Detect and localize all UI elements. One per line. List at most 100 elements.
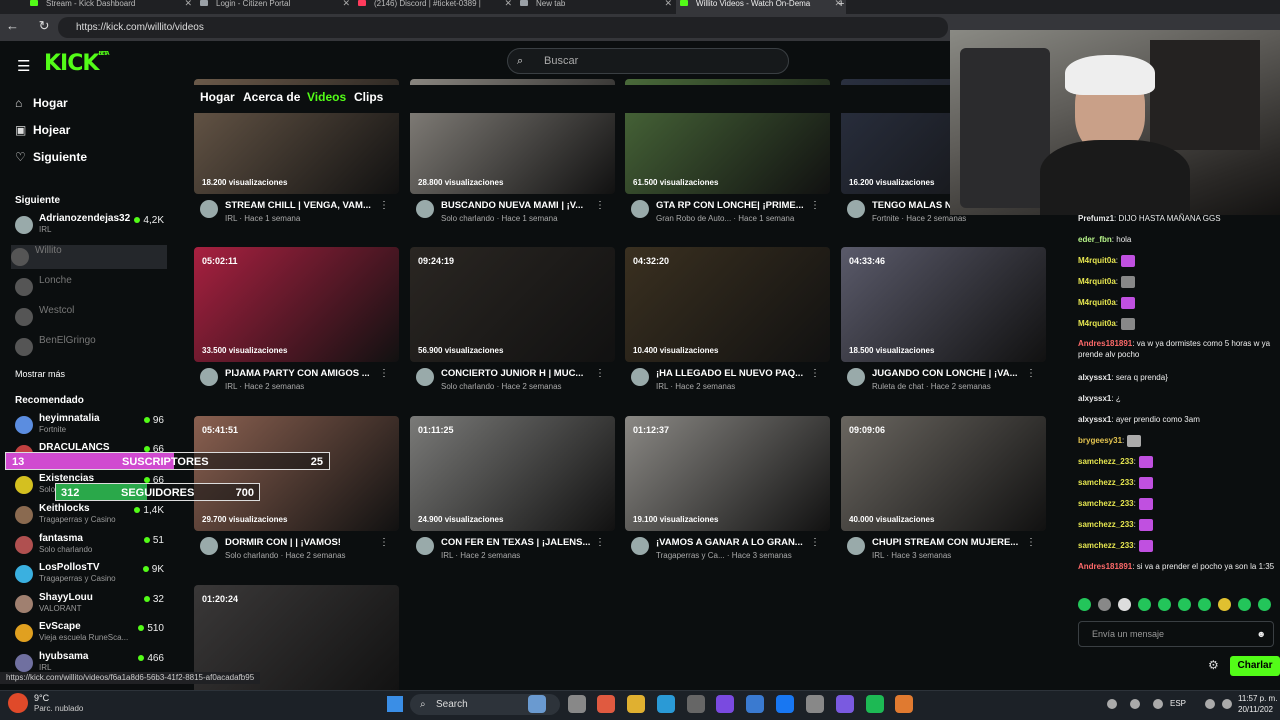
new-tab-button[interactable]: + <box>838 0 858 14</box>
more-options-icon[interactable]: ⋮ <box>595 537 605 548</box>
taskbar-app-icon[interactable] <box>1222 699 1232 709</box>
taskbar-app-icon[interactable] <box>806 695 824 713</box>
windows-start-icon[interactable] <box>387 696 403 712</box>
video-title[interactable]: BUSCANDO NUEVA MAMI | ¡V... <box>441 200 601 211</box>
url-input[interactable]: https://kick.com/willito/videos <box>58 17 948 38</box>
browser-tab[interactable]: Login - Citizen Portal ✕ <box>196 0 354 14</box>
channel-avatar[interactable] <box>200 368 218 386</box>
emote-icon[interactable] <box>1258 598 1271 611</box>
taskbar-app-icon[interactable] <box>716 695 734 713</box>
tab-hogar[interactable]: Hogar <box>200 90 235 104</box>
video-thumbnail[interactable]: 04:33:46 18.500 visualizaciones <box>841 247 1046 362</box>
channel-avatar[interactable] <box>631 368 649 386</box>
channel-avatar[interactable] <box>631 200 649 218</box>
video-thumbnail[interactable]: 09:09:06 40.000 visualizaciones <box>841 416 1046 531</box>
recommended-channel[interactable]: EvScape Vieja escuela RuneSca... 510 <box>15 621 167 645</box>
browser-nav-buttons[interactable]: ← ↻ <box>6 18 58 34</box>
taskbar-app-icon[interactable] <box>1130 699 1140 709</box>
show-more-link[interactable]: Mostrar más <box>15 369 65 379</box>
chat-send-button[interactable]: Charlar <box>1230 656 1280 676</box>
more-options-icon[interactable]: ⋮ <box>595 368 605 379</box>
channel-avatar[interactable] <box>416 368 434 386</box>
clock-date[interactable]: 20/11/202 <box>1238 705 1273 714</box>
video-title[interactable]: ¡VAMOS A GANAR A LO GRAN... <box>656 537 816 548</box>
video-card[interactable]: 09:09:06 40.000 visualizaciones CHUPI STRE… <box>841 416 1046 571</box>
video-title[interactable]: PIJAMA PARTY CON AMIGOS ... <box>225 368 385 379</box>
channel-avatar[interactable] <box>200 537 218 555</box>
more-options-icon[interactable]: ⋮ <box>379 200 389 211</box>
recommended-channel[interactable]: fantasma Solo charlando 51 <box>15 533 167 557</box>
chat-username[interactable]: alxyssx1 <box>1078 373 1111 382</box>
tab-clips[interactable]: Clips <box>354 90 383 104</box>
chat-username[interactable]: alxyssx1 <box>1078 415 1111 424</box>
search-input[interactable]: ⌕ Buscar <box>507 48 789 74</box>
taskbar-app-icon[interactable] <box>627 695 645 713</box>
following-channel[interactable]: BenElGringo <box>15 335 167 359</box>
clock-time[interactable]: 11:57 p. m. <box>1238 694 1277 703</box>
chat-username[interactable]: M4rquit0a <box>1078 256 1116 265</box>
channel-avatar[interactable] <box>847 368 865 386</box>
taskbar-app-icon[interactable] <box>528 695 546 713</box>
taskbar-app-icon[interactable] <box>746 695 764 713</box>
taskbar-app-icon[interactable] <box>866 695 884 713</box>
video-card[interactable]: 09:24:19 56.900 visualizaciones CONCIERTO … <box>410 247 615 402</box>
browser-tab[interactable]: (2146) Discord | #ticket-0389 | ✕ <box>354 0 516 14</box>
more-options-icon[interactable]: ⋮ <box>810 368 820 379</box>
emote-icon[interactable] <box>1238 598 1251 611</box>
video-title[interactable]: ¡HA LLEGADO EL NUEVO PAQ... <box>656 368 816 379</box>
recommended-channel[interactable]: ShayyLouu VALORANT 32 <box>15 592 167 616</box>
video-title[interactable]: CON FER EN TEXAS | ¡JALENS... <box>441 537 601 548</box>
channel-avatar[interactable] <box>847 200 865 218</box>
taskbar-app-icon[interactable] <box>776 695 794 713</box>
video-title[interactable]: JUGANDO CON LONCHE | ¡VA... <box>872 368 1032 379</box>
settings-icon[interactable]: ⚙ <box>1208 658 1219 672</box>
emote-icon[interactable] <box>1158 598 1171 611</box>
channel-avatar[interactable] <box>416 537 434 555</box>
chat-username[interactable]: samchezz_233 <box>1078 457 1134 466</box>
more-options-icon[interactable]: ⋮ <box>379 368 389 379</box>
taskbar-app-icon[interactable] <box>836 695 854 713</box>
video-card[interactable]: 05:02:11 33.500 visualizaciones PIJAMA PAR… <box>194 247 399 402</box>
sidebar-nav-hojear[interactable]: ▣ Hojear <box>15 123 70 137</box>
emote-icon[interactable] <box>1098 598 1111 611</box>
video-title[interactable]: CHUPI STREAM CON MUJERE... <box>872 537 1032 548</box>
video-card[interactable]: 04:32:20 10.400 visualizaciones ¡HA LLEGAD… <box>625 247 830 402</box>
video-thumbnail[interactable]: 09:24:19 56.900 visualizaciones <box>410 247 615 362</box>
chat-username[interactable]: Andres181891 <box>1078 562 1132 571</box>
channel-avatar[interactable] <box>200 200 218 218</box>
taskbar-app-icon[interactable] <box>1153 699 1163 709</box>
sidebar-nav-siguiente[interactable]: ♡ Siguiente <box>15 150 87 164</box>
channel-avatar[interactable] <box>631 537 649 555</box>
emote-icon[interactable] <box>1178 598 1191 611</box>
emote-icon[interactable] <box>1078 598 1091 611</box>
emote-icon[interactable] <box>1118 598 1131 611</box>
browser-tab[interactable]: Willito Videos - Watch On-Dema ✕ <box>676 0 846 14</box>
taskbar-app-icon[interactable] <box>895 695 913 713</box>
recommended-channel[interactable]: heyimnatalia Fortnite 96 <box>15 413 167 437</box>
following-channel[interactable]: Lonche <box>15 275 167 299</box>
recommended-channel[interactable]: LosPollosTV Tragaperras y Casino 9K <box>15 562 167 586</box>
chat-username[interactable]: M4rquit0a <box>1078 319 1116 328</box>
taskbar-app-icon[interactable] <box>568 695 586 713</box>
chat-username[interactable]: M4rquit0a <box>1078 298 1116 307</box>
video-thumbnail[interactable]: 05:02:11 33.500 visualizaciones <box>194 247 399 362</box>
chat-username[interactable]: alxyssx1 <box>1078 394 1111 403</box>
following-channel[interactable]: Adrianozendejas32 IRL 4,2K <box>15 213 167 237</box>
chat-username[interactable]: Andres181891 <box>1078 339 1132 348</box>
more-options-icon[interactable]: ⋮ <box>379 537 389 548</box>
channel-avatar[interactable] <box>416 200 434 218</box>
close-tab-icon[interactable]: ✕ <box>504 0 512 8</box>
video-thumbnail[interactable]: 01:11:25 24.900 visualizaciones <box>410 416 615 531</box>
video-card[interactable]: 01:11:25 24.900 visualizaciones CON FER EN… <box>410 416 615 571</box>
chat-username[interactable]: samchezz_233 <box>1078 478 1134 487</box>
weather-icon[interactable] <box>8 693 28 713</box>
more-options-icon[interactable]: ⋮ <box>1026 537 1036 548</box>
more-options-icon[interactable]: ⋮ <box>810 200 820 211</box>
taskbar-app-icon[interactable] <box>1107 699 1117 709</box>
input-language[interactable]: ESP <box>1170 699 1186 708</box>
video-title[interactable]: GTA RP CON LONCHE| ¡PRIME... <box>656 200 816 211</box>
taskbar-app-icon[interactable] <box>687 695 705 713</box>
chat-username[interactable]: samchezz_233 <box>1078 499 1134 508</box>
video-card[interactable]: 01:12:37 19.100 visualizaciones ¡VAMOS A G… <box>625 416 830 571</box>
chat-username[interactable]: M4rquit0a <box>1078 277 1116 286</box>
